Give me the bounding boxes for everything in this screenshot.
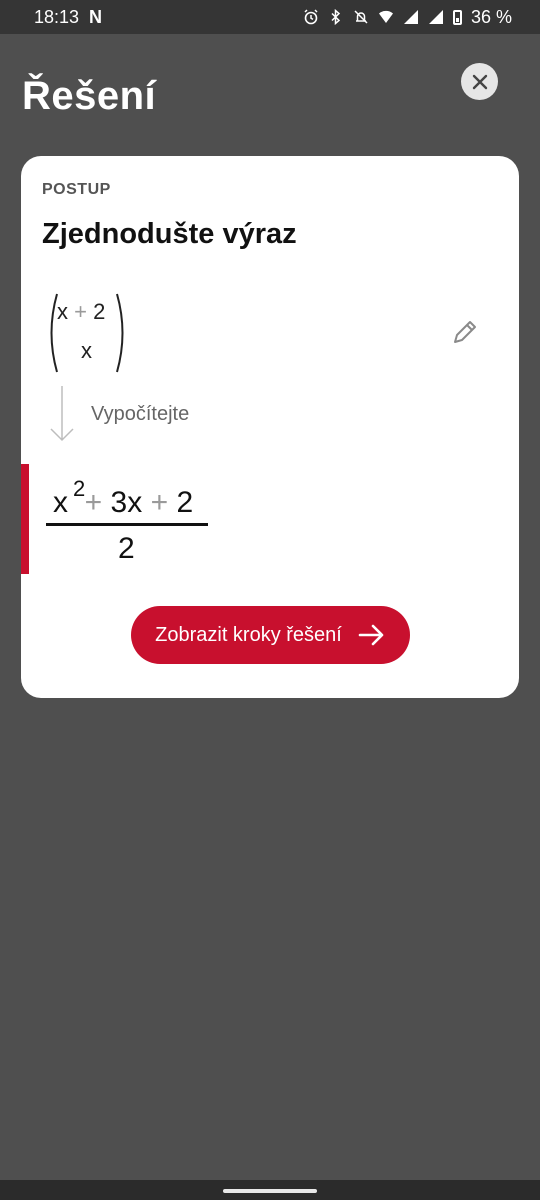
- card-title: Zjednodušte výraz: [42, 218, 297, 250]
- show-steps-button[interactable]: Zobrazit kroky řešení: [131, 606, 410, 664]
- expression-numerator: x + 2: [57, 299, 106, 324]
- section-eyebrow: POSTUP: [42, 181, 111, 198]
- pencil-icon[interactable]: [449, 316, 481, 348]
- page-title: Řešení: [22, 74, 157, 118]
- alarm-icon: [304, 9, 318, 25]
- parenthesis-right: [116, 293, 124, 373]
- close-icon: [472, 74, 487, 89]
- mute-icon: [354, 10, 368, 24]
- result-exponent: 2: [73, 476, 86, 501]
- close-button[interactable]: [461, 63, 498, 100]
- system-nav-bar: [0, 1180, 540, 1200]
- result-expression: x + 3x + 2 2 2: [46, 476, 216, 568]
- expression-denominator: x: [81, 338, 92, 363]
- netflix-icon: N: [89, 6, 103, 27]
- result-denominator: 2: [118, 532, 135, 565]
- show-steps-label: Zobrazit kroky řešení: [155, 623, 342, 646]
- battery-percent: 36 %: [470, 6, 512, 27]
- status-time: 18:13: [34, 6, 80, 27]
- wifi-icon: [378, 10, 393, 23]
- input-expression: x + 2 x: [45, 292, 129, 374]
- signal-icon: [403, 10, 418, 24]
- bluetooth-icon: [331, 9, 341, 25]
- step-label: Vypočítejte: [91, 403, 190, 425]
- step-down-arrow-icon: [50, 386, 74, 442]
- result-accent-bar: [21, 464, 29, 574]
- battery-icon: [452, 9, 462, 25]
- status-right: 36 %: [303, 7, 512, 28]
- arrow-right-icon: [358, 624, 384, 646]
- status-left: 18:13 N: [34, 7, 102, 28]
- fraction-bar: [46, 523, 208, 526]
- signal-icon: [428, 10, 443, 24]
- home-gesture-handle[interactable]: [223, 1189, 317, 1193]
- solution-card: POSTUP Zjednodušte výraz x + 2 x Vypočít…: [21, 156, 519, 698]
- status-bar: 18:13 N 36 %: [0, 0, 540, 34]
